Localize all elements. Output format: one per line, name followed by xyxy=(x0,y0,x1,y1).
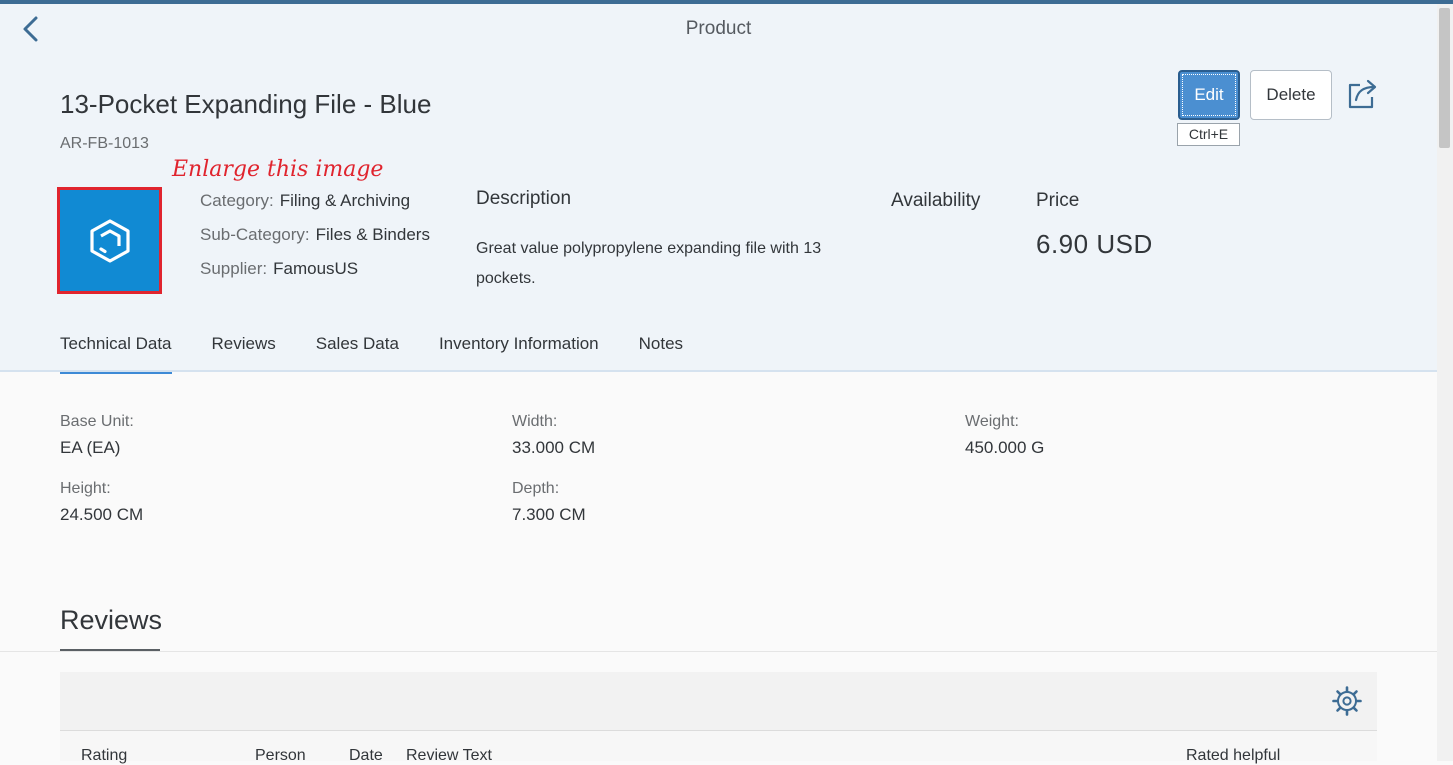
column-header-person[interactable]: Person xyxy=(255,747,306,765)
edit-shortcut-tooltip: Ctrl+E xyxy=(1177,123,1240,146)
tab-inventory-information[interactable]: Inventory Information xyxy=(439,330,599,371)
tab-notes[interactable]: Notes xyxy=(639,330,683,371)
description-heading: Description xyxy=(476,188,572,209)
object-header xyxy=(0,4,1437,370)
product-image[interactable] xyxy=(57,187,162,294)
weight-label: Weight: xyxy=(965,413,1019,430)
price-value: 6.90 USD xyxy=(1036,229,1153,259)
supplier-label: Supplier: xyxy=(200,259,268,278)
tabs-divider xyxy=(0,370,1437,372)
column-header-date[interactable]: Date xyxy=(349,747,383,765)
edit-button[interactable]: Edit xyxy=(1178,70,1240,120)
share-button[interactable] xyxy=(1346,78,1380,110)
tab-reviews[interactable]: Reviews xyxy=(212,330,276,371)
supplier-field: Supplier: FamousUS xyxy=(200,259,358,279)
page-title: Product xyxy=(685,18,752,39)
height-label: Height: xyxy=(60,480,111,497)
category-field: Category: Filing & Archiving xyxy=(200,191,410,211)
product-cube-icon xyxy=(90,219,130,263)
availability-heading: Availability xyxy=(891,190,981,211)
base-unit-value: EA (EA) xyxy=(60,438,121,457)
depth-value: 7.300 CM xyxy=(512,505,586,524)
description-text: Great value polypropylene expanding file… xyxy=(476,240,822,287)
delete-button[interactable]: Delete xyxy=(1250,70,1332,120)
tab-technical-data[interactable]: Technical Data xyxy=(60,330,172,374)
category-label: Category: xyxy=(200,191,274,210)
tab-sales-data[interactable]: Sales Data xyxy=(316,330,399,371)
width-value: 33.000 CM xyxy=(512,438,596,457)
object-title: 13-Pocket Expanding File - Blue xyxy=(60,89,432,119)
object-id: AR-FB-1013 xyxy=(60,135,149,152)
subcategory-field: Sub-Category: Files & Binders xyxy=(200,225,430,245)
base-unit-label: Base Unit: xyxy=(60,413,134,430)
gear-icon xyxy=(1332,686,1362,716)
section-tabs: Technical Data Reviews Sales Data Invent… xyxy=(60,330,723,374)
subcategory-value: Files & Binders xyxy=(315,225,430,244)
column-header-review-text[interactable]: Review Text xyxy=(406,747,492,765)
reviews-section-title: Reviews xyxy=(60,605,163,635)
reviews-table-toolbar xyxy=(60,672,1377,731)
share-icon xyxy=(1348,79,1377,109)
depth-label: Depth: xyxy=(512,480,560,497)
weight-value: 450.000 G xyxy=(965,438,1045,457)
section-divider xyxy=(0,651,1437,652)
width-label: Width: xyxy=(512,413,558,430)
supplier-value: FamousUS xyxy=(273,259,359,278)
image-annotation: Enlarge this image xyxy=(172,157,384,182)
height-value: 24.500 CM xyxy=(60,505,144,524)
price-heading: Price xyxy=(1036,190,1080,211)
table-settings-button[interactable] xyxy=(1330,684,1364,718)
column-header-rating[interactable]: Rating xyxy=(81,747,127,765)
column-header-rated-helpful[interactable]: Rated helpful xyxy=(1186,747,1280,765)
subcategory-label: Sub-Category: xyxy=(200,225,310,244)
scrollbar-thumb[interactable] xyxy=(1439,8,1450,148)
category-value: Filing & Archiving xyxy=(279,191,411,210)
